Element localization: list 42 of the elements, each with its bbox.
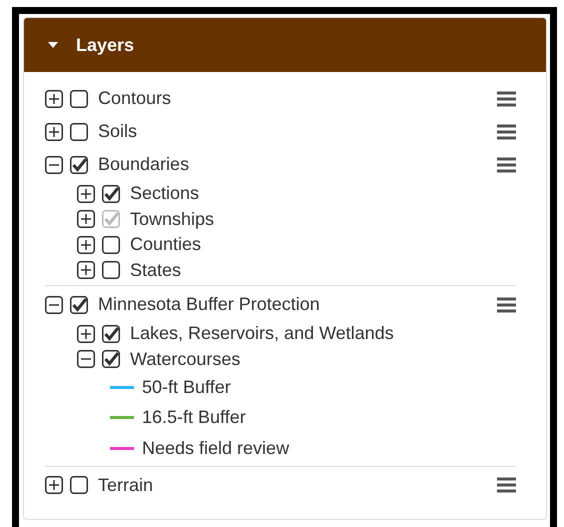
plus-box-icon[interactable] (45, 90, 63, 108)
plus-box-icon[interactable] (77, 324, 95, 343)
collapse-icon[interactable] (47, 40, 59, 50)
layer-name: Watercourses (130, 348, 240, 370)
layer-name: Counties (130, 234, 202, 256)
layer-name: Townships (130, 208, 214, 230)
layer-name: States (130, 260, 182, 281)
checkbox[interactable] (70, 476, 89, 494)
panel-title: Layers (76, 34, 134, 56)
legend-label: 50-ft Buffer (142, 376, 231, 398)
layer-name: Sections (130, 183, 200, 204)
checkbox[interactable] (102, 184, 121, 203)
legend-label: Needs field review (142, 438, 290, 459)
layer-name: Minnesota Buffer Protection (98, 294, 320, 315)
plus-box-icon[interactable] (77, 261, 95, 280)
checkbox[interactable] (70, 156, 89, 174)
checkbox[interactable] (102, 350, 121, 368)
checkbox[interactable] (70, 90, 89, 108)
menu-icon[interactable] (497, 124, 516, 140)
checkbox[interactable] (70, 296, 89, 314)
minus-box-icon[interactable] (45, 156, 63, 174)
menu-icon[interactable] (497, 156, 516, 172)
panel-header[interactable]: Layers (24, 18, 546, 72)
minus-box-icon[interactable] (45, 296, 63, 314)
layer-name: Lakes, Reservoirs, and Wetlands (130, 323, 394, 344)
plus-box-icon[interactable] (77, 236, 95, 254)
minus-box-icon[interactable] (77, 350, 95, 368)
checkbox[interactable] (70, 122, 89, 140)
legend-label: 16.5-ft Buffer (142, 407, 246, 428)
layer-name: Terrain (98, 474, 154, 496)
menu-icon[interactable] (497, 477, 516, 493)
checkbox[interactable] (102, 324, 121, 343)
checkbox[interactable] (102, 261, 121, 280)
menu-icon[interactable] (497, 296, 516, 312)
layer-name: Boundaries (98, 154, 190, 175)
checkbox[interactable] (102, 236, 121, 254)
plus-box-icon[interactable] (45, 476, 63, 494)
plus-box-icon[interactable] (77, 184, 95, 203)
layer-name: Contours (98, 88, 172, 109)
layer-name: Soils (98, 121, 138, 142)
menu-icon[interactable] (497, 90, 516, 106)
plus-box-icon[interactable] (45, 122, 63, 140)
